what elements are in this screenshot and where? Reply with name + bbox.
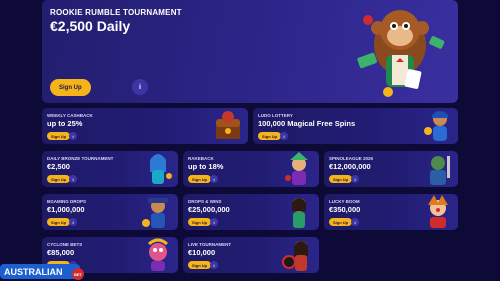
card-sign-up-button[interactable]: Sign Up	[188, 261, 212, 269]
dancer-character-icon	[292, 198, 306, 228]
card-info-button[interactable]: i	[210, 261, 218, 269]
hero-title: €2,500 Daily	[50, 18, 131, 34]
card-sign-up-button[interactable]: Sign Up	[188, 218, 212, 226]
genie-character-icon	[424, 111, 448, 141]
card-value: up to 18%	[188, 162, 224, 171]
warrior-character-icon	[430, 156, 450, 185]
explorer-character-icon	[142, 198, 168, 228]
roulette-dealer-icon	[282, 241, 308, 271]
promo-card-live-tournament[interactable]: LIVE TOURNAMENT €10,000 Sign Up i	[183, 237, 319, 273]
promo-card-weekly-cashback[interactable]: WEEKLY CASHBACK up to 25% Sign Up i	[42, 108, 248, 144]
promo-card-drops-and-wins[interactable]: DROPS & WINS €25,000,000 Sign Up i	[183, 194, 319, 230]
card-label: LIVE TOURNAMENT	[188, 242, 232, 247]
card-value: €10,000	[188, 248, 216, 257]
svg-text:AUSTRALIAN: AUSTRALIAN	[4, 267, 63, 277]
card-value: €350,000	[329, 205, 361, 214]
card-value: €2,500	[47, 162, 70, 171]
card-info-button[interactable]: i	[69, 132, 77, 140]
pirate-chest-icon	[216, 111, 240, 139]
card-label: LUDO LOTTERY	[258, 113, 293, 118]
hero-subtitle: ROOKIE RUMBLE TOURNAMENT	[50, 8, 182, 17]
card-value: €12,000,000	[329, 162, 371, 171]
monkey-mascot-icon	[357, 10, 445, 97]
card-label: DAILY BRONZE TOURNAMENT	[47, 156, 114, 161]
hero-sign-up-button[interactable]: Sign Up	[50, 79, 91, 96]
promo-card-spinoleague[interactable]: SPINOLEAGUE 2026 €12,000,000 Sign Up i	[324, 151, 458, 187]
card-info-button[interactable]: i	[351, 218, 359, 226]
card-value: up to 25%	[47, 119, 83, 128]
clown-character-icon	[428, 195, 448, 228]
card-sign-up-button[interactable]: Sign Up	[329, 218, 353, 226]
card-info-button[interactable]: i	[351, 175, 359, 183]
card-label: WEEKLY CASHBACK	[47, 113, 93, 118]
promo-card-daily-bronze-tournament[interactable]: DAILY BRONZE TOURNAMENT €2,500 Sign Up i	[42, 151, 178, 187]
card-sign-up-button[interactable]: Sign Up	[258, 132, 282, 140]
sorceress-character-icon	[150, 154, 172, 184]
jester-character-icon	[285, 152, 308, 185]
promo-card-lucky-boom[interactable]: LUCKY BOOM €350,000 Sign Up i	[324, 194, 458, 230]
svg-text:BET: BET	[74, 272, 83, 277]
card-label: RAKEBACK	[188, 156, 214, 161]
card-label: DROPS & WINS	[188, 199, 222, 204]
card-sign-up-button[interactable]: Sign Up	[47, 132, 71, 140]
card-sign-up-button[interactable]: Sign Up	[329, 175, 353, 183]
card-value: €1,000,000	[47, 205, 85, 214]
promo-card-bgaming-drops[interactable]: BGAMING DROPS €1,000,000 Sign Up i	[42, 194, 178, 230]
hero-banner[interactable]: ROOKIE RUMBLE TOURNAMENT €2,500 Daily Si…	[42, 0, 458, 103]
promo-card-rakeback[interactable]: RAKEBACK up to 18% Sign Up i	[183, 151, 319, 187]
card-label: LUCKY BOOM	[329, 199, 360, 204]
card-sign-up-button[interactable]: Sign Up	[47, 218, 71, 226]
hero-info-button[interactable]: i	[132, 79, 148, 95]
card-info-button[interactable]: i	[210, 218, 218, 226]
card-sign-up-button[interactable]: Sign Up	[47, 175, 71, 183]
australian-bet-logo: AUSTRALIAN BET	[0, 264, 84, 280]
card-value: €85,000	[47, 248, 75, 257]
card-info-button[interactable]: i	[69, 218, 77, 226]
card-label: CYCLONE BETS	[47, 242, 83, 247]
card-value: 100,000 Magical Free Spins	[258, 119, 356, 128]
card-info-button[interactable]: i	[210, 175, 218, 183]
card-label: SPINOLEAGUE 2026	[329, 156, 374, 161]
card-value: €25,000,000	[188, 205, 230, 214]
card-info-button[interactable]: i	[280, 132, 288, 140]
card-info-button[interactable]: i	[69, 175, 77, 183]
promo-card-ludo-lottery[interactable]: LUDO LOTTERY 100,000 Magical Free Spins …	[253, 108, 458, 144]
cyclone-character-icon	[148, 238, 168, 271]
card-sign-up-button[interactable]: Sign Up	[188, 175, 212, 183]
card-label: BGAMING DROPS	[47, 199, 87, 204]
